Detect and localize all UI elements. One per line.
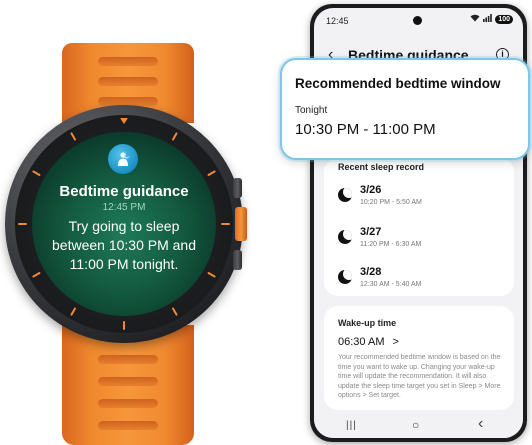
watch-side-button[interactable] — [233, 178, 242, 198]
sleep-record-item[interactable]: 3/27 11:20 PM - 6:30 AM — [338, 226, 508, 254]
band-groove — [98, 377, 158, 386]
sleep-record-range: 11:20 PM - 6:30 AM — [360, 241, 422, 248]
status-icons: 100 — [470, 14, 513, 24]
watch-band-bottom — [62, 325, 194, 445]
navigation-bar: ||| ○ ‹ — [314, 414, 523, 438]
status-time: 12:45 — [326, 16, 349, 26]
watch-crown[interactable] — [235, 207, 247, 241]
band-groove — [98, 355, 158, 364]
wake-up-description: Your recommended bedtime window is based… — [338, 354, 501, 399]
sleep-record-item[interactable]: 3/26 10:20 PM - 5:50 AM — [338, 184, 508, 212]
sleep-record-date: 3/28 — [360, 266, 382, 278]
watch-time: 12:45 PM — [102, 202, 146, 213]
chevron-right-icon: > — [392, 336, 399, 348]
callout-value: 10:30 PM - 11:00 PM — [295, 121, 436, 138]
callout-label: Tonight — [295, 105, 328, 116]
bezel-tick — [18, 223, 27, 225]
battery-indicator: 100 — [495, 14, 513, 24]
sleep-record-date: 3/27 — [360, 226, 382, 238]
back-nav-icon[interactable]: ‹ — [478, 415, 483, 433]
recommended-window-callout: Recommended bedtime window Tonight 10:30… — [280, 58, 530, 160]
sleep-record-item[interactable]: 3/28 12:30 AM - 5:40 AM — [338, 266, 508, 294]
moon-icon — [338, 270, 352, 284]
moon-icon — [338, 230, 352, 244]
bezel-tick — [123, 321, 125, 330]
sleep-record-date: 3/26 — [360, 184, 382, 196]
wake-up-time-button[interactable]: 06:30 AM > — [338, 336, 399, 348]
recent-sleep-card: Recent sleep record 3/26 10:20 PM - 5:50… — [324, 158, 514, 296]
recents-icon[interactable]: ||| — [346, 420, 357, 431]
front-camera — [413, 16, 422, 25]
recent-sleep-heading: Recent sleep record — [338, 162, 425, 172]
watch-side-button[interactable] — [233, 250, 242, 270]
sleep-record-range: 10:20 PM - 5:50 AM — [360, 199, 422, 206]
sleep-person-icon — [108, 144, 138, 174]
signal-icon — [483, 14, 493, 24]
band-groove — [98, 57, 158, 66]
watch-title: Bedtime guidance — [59, 183, 189, 200]
watch-message: Try going to sleep between 10:30 PM and … — [52, 218, 196, 272]
watch-screen: Bedtime guidance 12:45 PM Try going to s… — [32, 132, 216, 316]
smartwatch: Bedtime guidance 12:45 PM Try going to s… — [0, 0, 290, 445]
wake-up-card: Wake-up time 06:30 AM > Your recommended… — [324, 306, 514, 410]
home-icon[interactable]: ○ — [412, 418, 419, 432]
moon-icon — [338, 188, 352, 202]
status-bar: 12:45 100 — [314, 8, 523, 30]
wake-up-time-value: 06:30 AM — [338, 336, 385, 348]
band-groove — [98, 399, 158, 408]
band-groove — [98, 421, 158, 430]
bezel-tick — [120, 118, 128, 124]
wifi-icon — [470, 14, 480, 24]
sleep-record-range: 12:30 AM - 5:40 AM — [360, 281, 422, 288]
band-groove — [98, 77, 158, 86]
callout-heading: Recommended bedtime window — [295, 76, 501, 91]
bezel-tick — [221, 223, 230, 225]
wake-up-heading: Wake-up time — [338, 318, 397, 328]
